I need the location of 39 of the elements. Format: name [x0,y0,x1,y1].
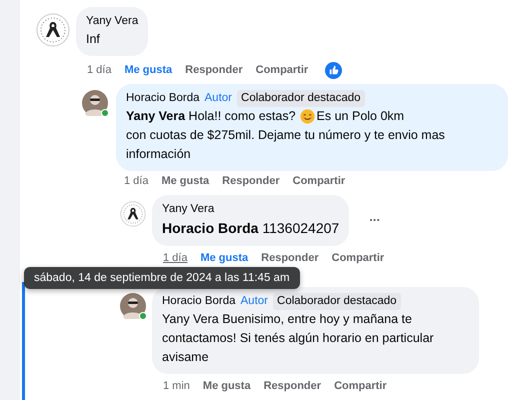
action-link[interactable]: Responder [222,175,280,187]
online-dot [101,109,109,117]
timestamp-link[interactable]: 1 día [124,175,148,187]
comment-text: Yany Vera Buenisimo, entre hoy y mañana te contactamos! Si tenés algún horario en particular avisame [162,311,435,366]
action-link[interactable]: Compartir [334,380,387,392]
contributor-badge: Colaborador destacado [237,90,365,107]
author-name[interactable]: Yany Vera [162,201,214,218]
person-avatar[interactable] [120,293,146,319]
action-link[interactable]: Me gusta [202,380,251,392]
author-name[interactable]: Horacio Borda [126,90,200,107]
online-dot [139,312,147,320]
smiley-icon [300,109,315,124]
author-name[interactable]: Horacio Borda [162,293,236,310]
action-link[interactable]: Compartir [332,252,384,264]
date-tooltip: sábado, 14 de septiembre de 2024 a las 11:45 am [24,267,300,289]
ribbon-avatar[interactable] [120,201,146,227]
author-label: Autor [240,294,268,309]
action-link[interactable]: Me gusta [124,64,172,76]
comment-text: Inf [86,31,100,48]
comment-text: con cuotas de $275mil. Dejame tu número y te envio mas información [126,127,446,163]
person-avatar[interactable] [82,90,108,116]
action-link[interactable]: Me gusta [161,175,210,187]
ribbon-avatar[interactable] [36,13,70,47]
comment-text: Es un Polo 0km [316,108,404,125]
action-link[interactable]: Responder [264,380,322,392]
action-link[interactable]: Responder [185,64,243,76]
action-link[interactable]: Responder [261,252,319,264]
timestamp-link[interactable]: 1 día [163,252,188,264]
author-label: Autor [204,91,232,106]
action-link[interactable]: Compartir [256,64,308,76]
action-link[interactable]: Compartir [292,175,346,187]
comment-text: Yany Vera Hola!! como estas? [126,108,296,125]
author-name[interactable]: Yany Vera [86,13,138,30]
comment-text: Horacio Borda 1136024207 [162,219,340,238]
action-link[interactable]: Me gusta [200,252,248,264]
timestamp-link[interactable]: 1 min [163,380,190,392]
contributor-badge: Colaborador destacado [273,293,401,310]
more-options-button[interactable]: ... [365,209,384,224]
timestamp-link[interactable]: 1 día [87,64,112,76]
